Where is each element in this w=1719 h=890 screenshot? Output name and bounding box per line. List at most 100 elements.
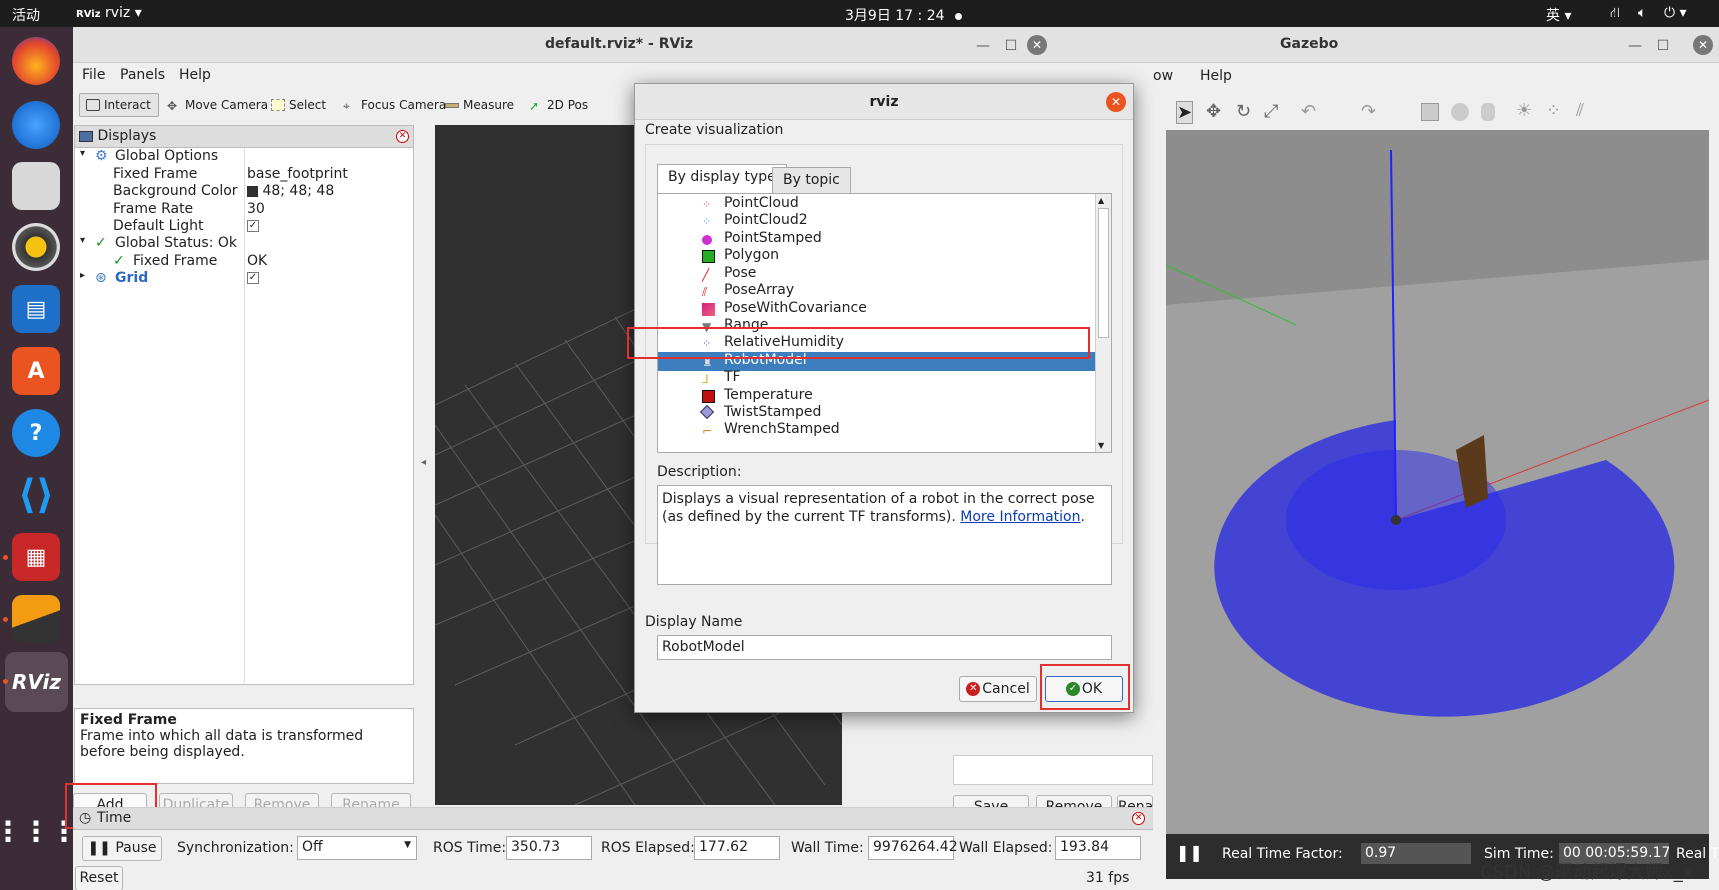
tool-measure[interactable]: Measure bbox=[439, 93, 520, 117]
list-item[interactable]: ⅃ TF bbox=[658, 369, 1095, 388]
power-icon[interactable]: ⏻ ▾ bbox=[1664, 5, 1687, 21]
tool-2d-pose[interactable]: ➚ 2D Pos bbox=[523, 93, 594, 117]
ros-elapsed-field[interactable]: 177.62 bbox=[694, 836, 780, 860]
firefox-icon[interactable] bbox=[12, 37, 60, 85]
app-menu[interactable]: RViz rviz ▾ bbox=[76, 5, 142, 21]
tool-select[interactable]: Select bbox=[265, 93, 332, 117]
pause-icon[interactable]: ❚❚ bbox=[1176, 843, 1203, 862]
tool-interact[interactable]: Interact bbox=[79, 93, 159, 117]
display-type-list[interactable]: ⁘ PointCloud ⁘ PointCloud2 PointStamped Po… bbox=[657, 193, 1112, 453]
tree-value[interactable]: base_footprint bbox=[247, 166, 348, 182]
close-icon[interactable]: ✕ bbox=[1693, 35, 1713, 55]
tree-row-default-light[interactable]: Default Light ✓ bbox=[75, 218, 413, 236]
wall-time-field[interactable]: 9976264.42 bbox=[868, 836, 958, 860]
activities-button[interactable]: 活动 bbox=[12, 5, 40, 25]
dialog-close-icon[interactable]: ✕ bbox=[1106, 92, 1126, 112]
expand-icon[interactable]: ▸ bbox=[80, 270, 85, 281]
point-light-icon[interactable]: ☀ bbox=[1516, 100, 1532, 121]
collapse-icon[interactable]: ▾ bbox=[80, 148, 85, 159]
tree-row-frame-rate[interactable]: Frame Rate 30 bbox=[75, 201, 413, 219]
files-icon[interactable] bbox=[12, 162, 60, 210]
gazebo-icon[interactable] bbox=[12, 595, 60, 643]
reset-button[interactable]: Reset bbox=[75, 866, 123, 890]
scroll-up-icon[interactable]: ▲ bbox=[1098, 196, 1104, 205]
help-icon[interactable]: ? bbox=[12, 409, 60, 457]
maximize-icon[interactable]: ☐ bbox=[1001, 36, 1021, 56]
box-shape-icon[interactable] bbox=[1421, 103, 1439, 121]
select-mode-icon[interactable]: ➤ bbox=[1176, 101, 1194, 124]
software-center-icon[interactable]: A bbox=[12, 347, 60, 395]
vscode-icon[interactable]: ⟨⟩ bbox=[12, 471, 60, 519]
minimize-icon[interactable]: — bbox=[973, 36, 993, 56]
cancel-button[interactable]: ✕ Cancel bbox=[959, 676, 1037, 702]
list-item[interactable]: Polygon bbox=[658, 247, 1095, 266]
translate-icon[interactable]: ✥ bbox=[1206, 101, 1221, 122]
ros-time-field[interactable]: 350.73 bbox=[506, 836, 592, 860]
checkbox-default-light[interactable]: ✓ bbox=[247, 220, 259, 232]
rhythmbox-icon[interactable] bbox=[12, 223, 60, 271]
redo-icon[interactable]: ↷ bbox=[1361, 101, 1376, 122]
scale-icon[interactable]: ⤢ bbox=[1264, 101, 1278, 122]
thunderbird-icon[interactable] bbox=[12, 101, 60, 149]
spot-light-icon[interactable]: ⁘ bbox=[1546, 100, 1561, 121]
splitter-handle-icon[interactable]: ◂ bbox=[421, 457, 426, 468]
undo-icon[interactable]: ↶ bbox=[1301, 101, 1316, 122]
tree-row-global-status[interactable]: ▾ ✓ Global Status: Ok bbox=[75, 235, 413, 253]
display-name-input[interactable]: RobotModel bbox=[657, 635, 1112, 660]
list-item[interactable]: ⌐ WrenchStamped bbox=[658, 421, 1095, 440]
panel-close-icon[interactable]: ✕ bbox=[1132, 812, 1145, 825]
tree-value-color[interactable]: 48; 48; 48 bbox=[247, 183, 334, 199]
clock[interactable]: 3月9日 17 : 24 bbox=[845, 5, 962, 25]
tool-focus-camera[interactable]: ⌖ Focus Camera bbox=[337, 93, 452, 117]
tree-value[interactable]: 30 bbox=[247, 201, 265, 217]
tab-by-topic[interactable]: By topic bbox=[772, 167, 851, 193]
terminator-icon[interactable]: ▦ bbox=[12, 533, 60, 581]
gazebo-menu-help[interactable]: Help bbox=[1200, 68, 1232, 84]
maximize-icon[interactable]: ☐ bbox=[1653, 36, 1673, 56]
list-item[interactable]: ⁘ PointCloud2 bbox=[658, 212, 1095, 231]
list-item[interactable]: ⫽ PoseArray bbox=[658, 282, 1095, 301]
minimize-icon[interactable]: — bbox=[1625, 36, 1645, 56]
rviz-titlebar[interactable]: default.rviz* - RViz — ☐ ✕ bbox=[73, 27, 1153, 63]
show-apps-icon[interactable]: ⋮⋮⋮ bbox=[0, 807, 78, 855]
sync-select[interactable]: Off ▼ bbox=[297, 836, 417, 860]
network-icon[interactable]: ⛙ bbox=[1610, 5, 1620, 23]
directional-light-icon[interactable]: ⫽ bbox=[1576, 100, 1584, 121]
tree-row-status-fixed-frame[interactable]: ✓ Fixed Frame OK bbox=[75, 253, 413, 271]
scroll-down-icon[interactable]: ▼ bbox=[1098, 441, 1104, 450]
list-scrollbar[interactable]: ▲ ▼ bbox=[1095, 194, 1111, 452]
pause-button[interactable]: ❚❚ Pause bbox=[82, 836, 162, 861]
sphere-shape-icon[interactable] bbox=[1451, 103, 1469, 121]
tool-move-camera[interactable]: ✥ Move Camera bbox=[161, 93, 274, 117]
volume-icon[interactable]: 🔈︎ bbox=[1638, 5, 1646, 21]
scroll-thumb[interactable] bbox=[1098, 208, 1109, 338]
gazebo-scene[interactable] bbox=[1166, 130, 1709, 834]
menu-help[interactable]: Help bbox=[179, 67, 211, 83]
writer-icon[interactable]: ▤ bbox=[12, 285, 60, 333]
displays-panel: Displays ✕ ▾ ⚙ Global Options Fixed Fram… bbox=[74, 125, 414, 685]
rotate-icon[interactable]: ↻ bbox=[1236, 101, 1251, 122]
twist-icon bbox=[699, 404, 715, 420]
menu-file[interactable]: File bbox=[82, 67, 105, 83]
tree-row-background-color[interactable]: Background Color 48; 48; 48 bbox=[75, 183, 413, 201]
collapse-icon[interactable]: ▾ bbox=[80, 235, 85, 246]
more-information-link[interactable]: More Information bbox=[960, 509, 1080, 525]
tree-key: Global Options bbox=[115, 148, 219, 164]
gazebo-menu-window[interactable]: ow bbox=[1153, 68, 1173, 84]
dialog-titlebar[interactable]: rviz bbox=[635, 84, 1133, 120]
panel-close-icon[interactable]: ✕ bbox=[396, 130, 409, 143]
checkbox-grid[interactable]: ✓ bbox=[247, 272, 259, 284]
cancel-label: Cancel bbox=[982, 681, 1030, 697]
tab-by-display-type[interactable]: By display type bbox=[657, 164, 787, 194]
tree-row-global-options[interactable]: ▾ ⚙ Global Options bbox=[75, 148, 413, 166]
gazebo-titlebar[interactable]: Gazebo — ☐ ✕ bbox=[1153, 27, 1719, 63]
close-icon[interactable]: ✕ bbox=[1027, 35, 1047, 55]
tree-row-grid[interactable]: ▸ ⊛ Grid ✓ bbox=[75, 270, 413, 288]
input-method-menu[interactable]: 英 ▾ bbox=[1546, 5, 1571, 25]
tree-row-fixed-frame[interactable]: Fixed Frame base_footprint bbox=[75, 166, 413, 184]
wall-elapsed-field[interactable]: 193.84 bbox=[1055, 836, 1141, 860]
cylinder-shape-icon[interactable] bbox=[1481, 103, 1495, 121]
rviz-dock-icon[interactable]: RViz bbox=[5, 652, 68, 712]
menu-panels[interactable]: Panels bbox=[120, 67, 165, 83]
csdn-watermark: CSDN @驱动起爆大师x_x bbox=[1480, 862, 1694, 883]
